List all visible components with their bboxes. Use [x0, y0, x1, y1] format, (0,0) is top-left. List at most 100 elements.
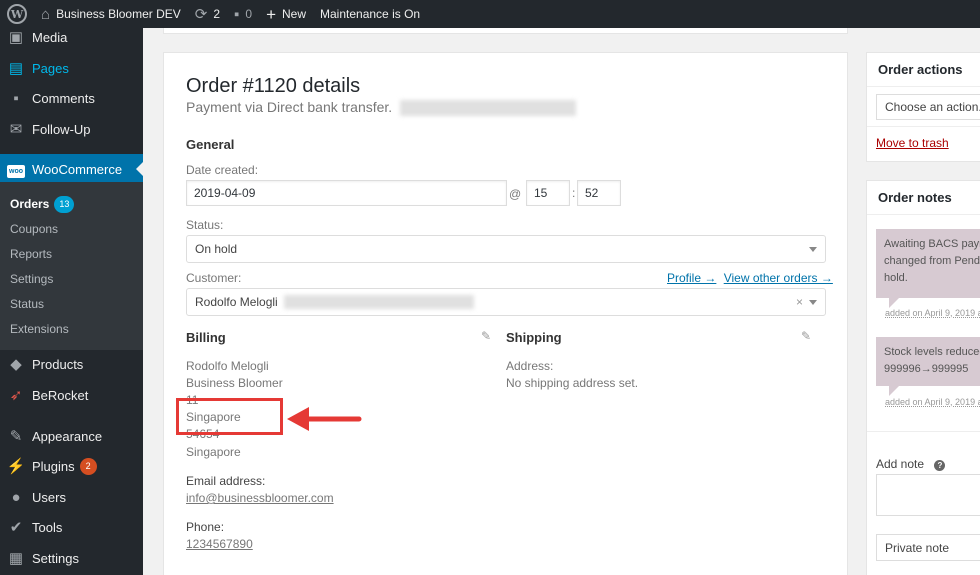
customer-value: Rodolfo Melogli	[195, 295, 278, 309]
users-icon: ●	[11, 488, 21, 506]
pages-icon: ▤	[8, 60, 24, 77]
order-action-value: Choose an action...	[885, 100, 980, 114]
email-icon: ✉	[9, 121, 23, 138]
new-content-link[interactable]: + New	[259, 0, 313, 28]
tools-icon: ✔	[9, 519, 23, 536]
order-actions-title: Order actions	[867, 53, 980, 87]
sidebar-item-label: Appearance	[32, 428, 103, 444]
billing-phone-link[interactable]: 1234567890	[186, 537, 253, 551]
order-note: Awaiting BACS payment Order status chang…	[876, 229, 980, 298]
sidebar-item-follow-up[interactable]: ✉ Follow-Up	[0, 114, 143, 144]
updates-link[interactable]: ⟳ 2	[188, 0, 227, 28]
billing-heading: Billing	[186, 330, 226, 345]
woocommerce-icon: woo	[0, 160, 32, 178]
sidebar-item-settings[interactable]: ▦ Settings	[0, 543, 143, 573]
edit-shipping-pencil-icon[interactable]: ✎	[801, 329, 811, 343]
red-arrow-icon	[287, 407, 362, 431]
customer-label: Customer:	[186, 271, 242, 285]
submenu-item-settings[interactable]: Settings	[10, 269, 53, 289]
submenu-item-reports[interactable]: Reports	[10, 244, 52, 264]
site-name: Business Bloomer DEV	[56, 7, 181, 21]
chevron-down-icon	[809, 300, 817, 305]
add-note-label: Add note ?	[876, 457, 946, 471]
comments-icon: ▪	[13, 89, 19, 107]
new-label: New	[282, 7, 307, 21]
maintenance-link[interactable]: Maintenance is On	[313, 0, 427, 28]
submenu-item-coupons[interactable]: Coupons	[10, 219, 58, 239]
note-tail	[889, 386, 899, 396]
updates-icon: ⟳	[194, 5, 208, 23]
help-icon[interactable]: ?	[934, 460, 946, 471]
date-created-input[interactable]: 2019-04-09	[186, 180, 507, 206]
comments-link[interactable]: ▪ 0	[227, 0, 259, 28]
note-type-value: Private note	[885, 540, 950, 555]
customer-select[interactable]: Rodolfo Melogli ×	[186, 288, 826, 316]
submenu-item-label: Orders	[10, 197, 50, 211]
phone-label: Phone:	[186, 520, 225, 534]
submenu-item-status[interactable]: Status	[10, 294, 44, 314]
minute-input[interactable]: 52	[577, 180, 621, 206]
products-icon: ◆	[10, 356, 22, 373]
admin-bar: W ⌂ Business Bloomer DEV ⟳ 2 ▪ 0 + New M…	[0, 0, 980, 28]
note-text-line: hold.	[884, 272, 908, 284]
note-text-line: Awaiting BACS payment Order status	[884, 238, 980, 250]
sidebar-item-plugins[interactable]: ⚡ Plugins 2	[0, 451, 143, 481]
sidebar-item-appearance[interactable]: ✎ Appearance	[0, 421, 143, 451]
sidebar-item-pages[interactable]: ▤ Pages	[0, 53, 143, 83]
sidebar-item-berocket[interactable]: ➶ BeRocket	[0, 380, 143, 410]
comments-count: 0	[245, 7, 253, 21]
customer-links: Profile → View other orders →	[667, 271, 833, 285]
sidebar-item-media[interactable]: ▣ Media	[0, 22, 143, 52]
sidebar-item-tools[interactable]: ✔ Tools	[0, 512, 143, 542]
sidebar-item-woocommerce[interactable]: woo WooCommerce	[0, 154, 143, 184]
billing-name: Rodolfo Melogli	[186, 359, 269, 373]
sidebar-item-label: Media	[32, 29, 68, 45]
add-note-text: Add note	[876, 457, 925, 471]
time-colon: :	[572, 186, 576, 200]
order-notes-box: Order notes Awaiting BACS payment Order …	[866, 180, 980, 575]
order-notes-title: Order notes	[867, 181, 980, 215]
shipping-address-value: No shipping address set.	[506, 376, 639, 390]
wordpress-icon: W	[7, 4, 27, 24]
hour-input[interactable]: 15	[526, 180, 570, 206]
updates-count: 2	[213, 7, 221, 21]
current-menu-arrow	[136, 162, 143, 176]
edit-billing-pencil-icon[interactable]: ✎	[481, 329, 491, 343]
clear-icon[interactable]: ×	[796, 295, 803, 309]
note-timestamp: added on April 9, 2019 at 3:52 pm	[885, 308, 980, 318]
sidebar-item-products[interactable]: ◆ Products	[0, 349, 143, 379]
note-tail	[889, 298, 899, 308]
sidebar-item-label: Products	[32, 356, 84, 372]
status-select[interactable]: On hold	[186, 235, 826, 263]
sidebar-item-label: Comments	[32, 90, 95, 106]
date-created-label: Date created:	[186, 163, 259, 177]
sidebar-item-label: Tools	[32, 519, 63, 535]
move-to-trash-link[interactable]: Move to trash	[876, 136, 949, 150]
maintenance-label: Maintenance is On	[320, 7, 421, 21]
highlight-box	[176, 398, 283, 435]
note-timestamp: added on April 9, 2019 at 3:52 pm	[885, 397, 980, 407]
sidebar-item-comments[interactable]: ▪ Comments	[0, 83, 143, 113]
payment-method: Payment via Direct bank transfer.	[186, 99, 577, 117]
submenu-item-orders[interactable]: Orders 13	[10, 194, 75, 214]
profile-link[interactable]: Profile →	[667, 271, 716, 285]
plugins-icon: ⚡	[6, 458, 26, 475]
sidebar-item-label: Pages	[32, 60, 69, 76]
status-value: On hold	[195, 242, 238, 256]
billing-company: Business Bloomer	[186, 376, 283, 390]
order-action-select[interactable]: Choose an action...	[876, 94, 980, 120]
blurred-transaction	[400, 100, 577, 117]
sidebar-item-label: Settings	[32, 550, 79, 566]
at-sign: @	[509, 187, 522, 201]
submenu-item-extensions[interactable]: Extensions	[10, 319, 69, 339]
note-text-line: changed from Pending payment to On	[884, 255, 980, 267]
add-note-textarea[interactable]	[876, 474, 980, 516]
sidebar-item-users[interactable]: ● Users	[0, 482, 143, 512]
note-type-select[interactable]: Private note	[876, 534, 980, 561]
sidebar-item-label: Plugins	[32, 458, 75, 474]
sidebar-item-label: BeRocket	[32, 387, 89, 403]
view-other-orders-link[interactable]: View other orders →	[724, 271, 833, 285]
order-data-panel: Order #1120 details Payment via Direct b…	[163, 52, 848, 575]
previous-panel-edge	[163, 28, 848, 34]
billing-email-link[interactable]: info@businessbloomer.com	[186, 491, 334, 505]
